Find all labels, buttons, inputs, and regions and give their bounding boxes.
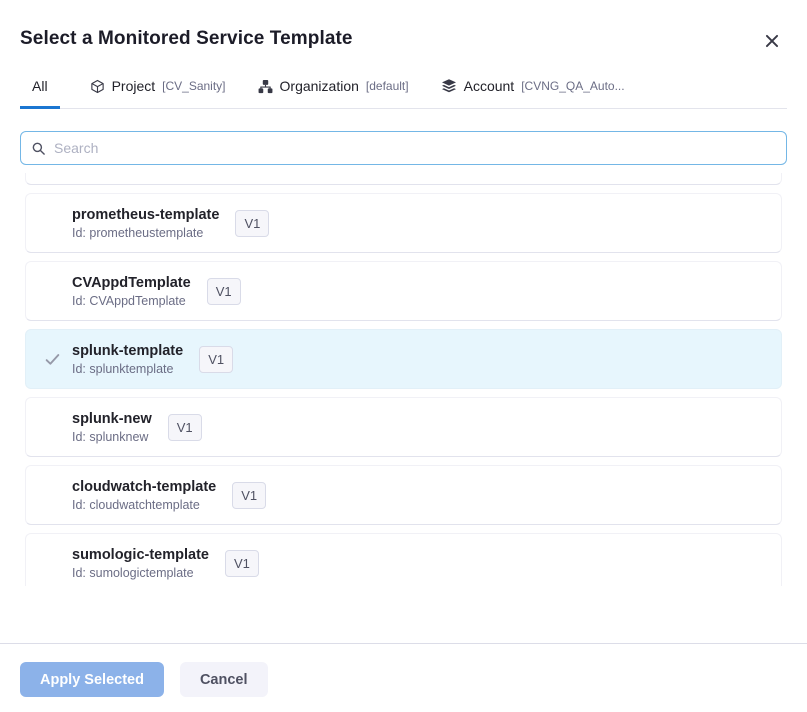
template-id: Id: cloudwatchtemplate	[72, 498, 216, 512]
modal-header: Select a Monitored Service Template	[0, 0, 807, 52]
template-text: splunk-template Id: splunktemplate	[72, 343, 183, 376]
version-badge: V1	[207, 278, 241, 305]
template-name: prometheus-template	[72, 207, 219, 223]
tab-project-label: Project	[112, 78, 156, 94]
version-badge: V1	[168, 414, 202, 441]
list-item[interactable]: CVAppdTemplate Id: CVAppdTemplate V1	[25, 261, 782, 321]
tab-organization-scope: [default]	[366, 79, 409, 93]
version-badge: V1	[225, 550, 259, 577]
list-item[interactable]: splunk-new Id: splunknew V1	[25, 397, 782, 457]
template-text: prometheus-template Id: prometheustempla…	[72, 207, 219, 240]
template-text: sumologic-template Id: sumologictemplate	[72, 547, 209, 580]
search-icon	[31, 141, 46, 156]
modal-footer: Apply Selected Cancel	[0, 643, 807, 712]
template-list: prometheus-template Id: prometheustempla…	[20, 173, 787, 586]
list-item[interactable]: splunk-template Id: splunktemplate V1	[25, 329, 782, 389]
tab-account[interactable]: Account [CVNG_QA_Auto...	[439, 78, 627, 109]
template-text: CVAppdTemplate Id: CVAppdTemplate	[72, 275, 191, 308]
template-id: Id: prometheustemplate	[72, 226, 219, 240]
tab-project-scope: [CV_Sanity]	[162, 79, 225, 93]
version-badge: V1	[232, 482, 266, 509]
tab-organization[interactable]: Organization [default]	[256, 78, 411, 109]
scope-tab-bar: All Project [CV_Sanity]	[20, 78, 787, 109]
template-name: sumologic-template	[72, 547, 209, 563]
search-input[interactable]	[54, 132, 776, 164]
scrolled-row-remnant	[25, 173, 782, 185]
template-name: CVAppdTemplate	[72, 275, 191, 291]
template-id: Id: splunknew	[72, 430, 152, 444]
template-text: cloudwatch-template Id: cloudwatchtempla…	[72, 479, 216, 512]
template-id: Id: splunktemplate	[72, 362, 183, 376]
template-name: splunk-new	[72, 411, 152, 427]
list-item[interactable]: prometheus-template Id: prometheustempla…	[25, 193, 782, 253]
tab-all-label: All	[32, 78, 48, 94]
tab-account-scope: [CVNG_QA_Auto...	[521, 79, 624, 93]
list-item[interactable]: cloudwatch-template Id: cloudwatchtempla…	[25, 465, 782, 525]
template-text: splunk-new Id: splunknew	[72, 411, 152, 444]
check-icon	[38, 351, 72, 368]
list-item[interactable]: sumologic-template Id: sumologictemplate…	[25, 533, 782, 586]
layers-icon	[441, 78, 457, 94]
version-badge: V1	[199, 346, 233, 373]
tab-organization-label: Organization	[280, 78, 359, 94]
sitemap-icon	[258, 79, 273, 94]
close-icon[interactable]	[761, 30, 783, 52]
tab-project[interactable]: Project [CV_Sanity]	[88, 78, 228, 109]
page-title: Select a Monitored Service Template	[20, 28, 353, 50]
tab-all[interactable]: All	[20, 78, 60, 109]
tab-account-label: Account	[464, 78, 515, 94]
template-select-modal: Select a Monitored Service Template All …	[0, 0, 807, 712]
template-name: cloudwatch-template	[72, 479, 216, 495]
template-id: Id: CVAppdTemplate	[72, 294, 191, 308]
apply-selected-button[interactable]: Apply Selected	[20, 662, 164, 697]
template-id: Id: sumologictemplate	[72, 566, 209, 580]
template-name: splunk-template	[72, 343, 183, 359]
search-box	[20, 131, 787, 165]
cube-icon	[90, 79, 105, 94]
version-badge: V1	[235, 210, 269, 237]
cancel-button[interactable]: Cancel	[180, 662, 268, 697]
